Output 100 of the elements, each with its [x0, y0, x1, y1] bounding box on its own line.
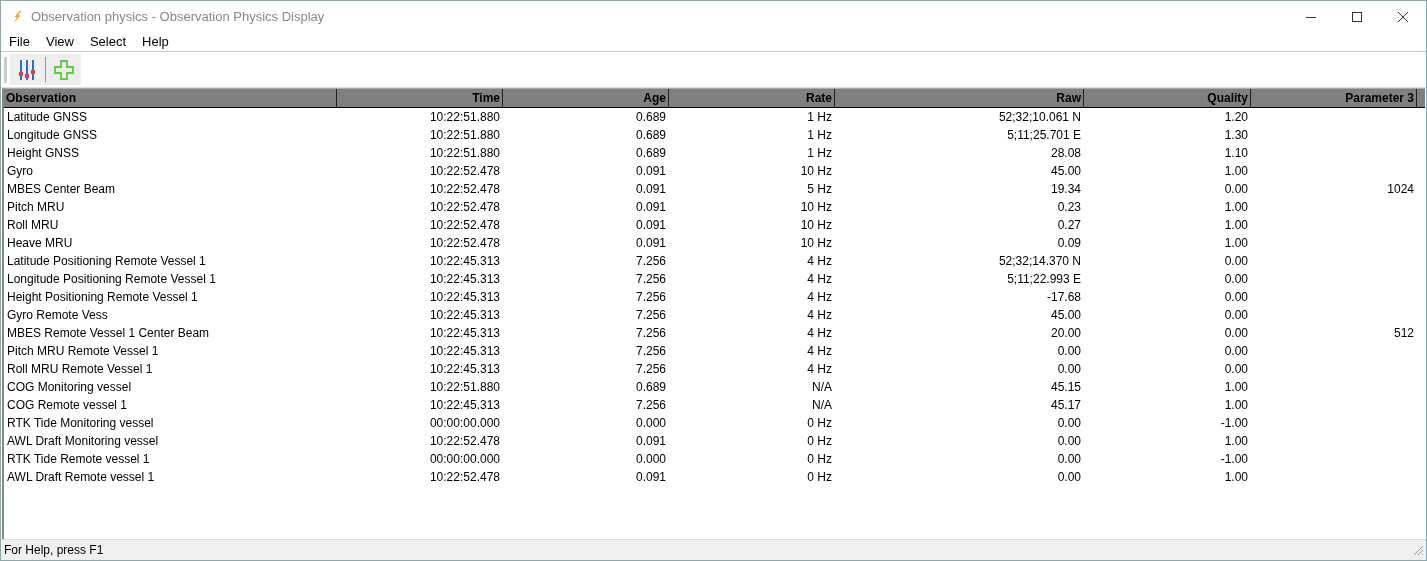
- table-cell: 10:22:52.478: [429, 236, 500, 250]
- table-cell: 1.00: [1224, 200, 1248, 214]
- table-cell: -1.00: [1220, 452, 1248, 466]
- column-header[interactable]: Quality: [1084, 89, 1251, 107]
- table-cell: COG Monitoring vessel: [7, 380, 132, 394]
- table-cell: 0.00: [1057, 434, 1081, 448]
- menu-item[interactable]: File: [1, 34, 38, 49]
- table-cell: Latitude GNSS: [7, 110, 88, 124]
- table-cell: 5;11;22.993 E: [1007, 272, 1081, 286]
- table-cell: 0.00: [1224, 362, 1248, 376]
- table-cell: 10:22:45.313: [429, 344, 500, 358]
- table-cell: 0.091: [635, 434, 666, 448]
- menu-item[interactable]: View: [37, 34, 82, 49]
- table-cell: 52;32;14.370 N: [998, 254, 1081, 268]
- table-cell: 0.23: [1057, 200, 1081, 214]
- table-cell: 0.00: [1224, 344, 1248, 358]
- close-icon: [1398, 11, 1408, 22]
- table-cell: 7.256: [635, 362, 666, 376]
- table-cell: 7.256: [635, 272, 666, 286]
- table-cell: 5 Hz: [807, 182, 832, 196]
- table-cell: 10 Hz: [800, 236, 832, 250]
- toolbar-grip-icon: [4, 56, 7, 83]
- table-cell: Roll MRU Remote Vessel 1: [7, 362, 153, 376]
- table-cell: 10:22:52.478: [429, 434, 500, 448]
- table-cell: 0.00: [1057, 452, 1081, 466]
- table-cell: 0.091: [635, 200, 666, 214]
- column-header[interactable]: Parameter 3: [1251, 89, 1417, 107]
- table-cell: 1.00: [1224, 434, 1248, 448]
- table-cell: 1 Hz: [807, 146, 832, 160]
- table-cell: 00:00:00.000: [429, 416, 500, 430]
- table-cell: 0.000: [635, 452, 666, 466]
- table-cell: 10:22:51.880: [429, 128, 500, 142]
- table-cell: 0.00: [1224, 326, 1248, 340]
- table-cell: COG Remote vessel 1: [7, 398, 128, 412]
- table-cell: 10:22:45.313: [429, 362, 500, 376]
- table-cell: 45.17: [1050, 398, 1081, 412]
- table-cell: 0.00: [1057, 362, 1081, 376]
- table-cell: N/A: [812, 380, 832, 394]
- table-cell: 1.00: [1224, 218, 1248, 232]
- table-cell: 1.00: [1224, 164, 1248, 178]
- table-cell: 10 Hz: [800, 200, 832, 214]
- table-cell: 1 Hz: [807, 128, 832, 142]
- table-cell: Gyro: [7, 164, 33, 178]
- table-cell: 7.256: [635, 254, 666, 268]
- table-cell: 0.689: [635, 128, 666, 142]
- table-cell: 45.15: [1050, 380, 1081, 394]
- table-cell: Latitude Positioning Remote Vessel 1: [7, 254, 206, 268]
- table-cell: 0.00: [1057, 470, 1081, 484]
- table-cell: 7.256: [635, 290, 666, 304]
- table-cell: 512: [1393, 326, 1414, 340]
- table-cell: 0 Hz: [807, 452, 832, 466]
- table-cell: 4 Hz: [807, 290, 832, 304]
- table-cell: 0.091: [635, 182, 666, 196]
- table-cell: 0.00: [1224, 290, 1248, 304]
- table-cell: -1.00: [1220, 416, 1248, 430]
- table-cell: 1.00: [1224, 398, 1248, 412]
- table-cell: Longitude Positioning Remote Vessel 1: [7, 272, 216, 286]
- table-cell: RTK Tide Monitoring vessel: [7, 416, 154, 430]
- table-cell: 10:22:52.478: [429, 182, 500, 196]
- table-cell: 1.20: [1224, 110, 1248, 124]
- column-header[interactable]: Age: [503, 89, 669, 107]
- table-cell: MBES Center Beam: [7, 182, 116, 196]
- table-cell: 0.27: [1057, 218, 1081, 232]
- table-cell: 5;11;25.701 E: [1007, 128, 1081, 142]
- column-header[interactable]: Time: [337, 89, 503, 107]
- table-cell: 10:22:45.313: [429, 398, 500, 412]
- table-cell: 0.00: [1057, 416, 1081, 430]
- table-cell: 7.256: [635, 326, 666, 340]
- table-cell: 10:22:45.313: [429, 326, 500, 340]
- maximize-icon: [1352, 11, 1362, 22]
- table-cell: 10:22:45.313: [429, 308, 500, 322]
- table-cell: 0.00: [1224, 308, 1248, 322]
- table-cell: 0.091: [635, 236, 666, 250]
- table-cell: 10:22:45.313: [429, 254, 500, 268]
- table-cell: 10:22:51.880: [429, 380, 500, 394]
- table-cell: 10:22:45.313: [429, 272, 500, 286]
- table-cell: 0.00: [1224, 272, 1248, 286]
- table-cell: 00:00:00.000: [429, 452, 500, 466]
- menu-item[interactable]: Select: [81, 34, 135, 49]
- table-cell: Gyro Remote Vess: [7, 308, 108, 322]
- column-header[interactable]: Observation: [4, 89, 337, 107]
- table-cell: 0.091: [635, 164, 666, 178]
- sliders-icon: [18, 58, 36, 81]
- table-cell: 10 Hz: [800, 164, 832, 178]
- column-header[interactable]: Rate: [669, 89, 835, 107]
- table-cell: Pitch MRU Remote Vessel 1: [7, 344, 159, 358]
- table-cell: 45.00: [1050, 308, 1081, 322]
- table-cell: Height Positioning Remote Vessel 1: [7, 290, 198, 304]
- table-cell: AWL Draft Remote vessel 1: [7, 470, 155, 484]
- table-cell: 4 Hz: [807, 344, 832, 358]
- table-cell: 0.09: [1057, 236, 1081, 250]
- table-cell: 20.00: [1050, 326, 1081, 340]
- table-cell: 4 Hz: [807, 272, 832, 286]
- table-cell: 1.10: [1224, 146, 1248, 160]
- menu-item[interactable]: Help: [134, 34, 177, 49]
- column-header[interactable]: Raw: [835, 89, 1084, 107]
- table-cell: 28.08: [1050, 146, 1081, 160]
- plus-icon: [54, 59, 74, 80]
- table-cell: AWL Draft Monitoring vessel: [7, 434, 159, 448]
- table-cell: 4 Hz: [807, 308, 832, 322]
